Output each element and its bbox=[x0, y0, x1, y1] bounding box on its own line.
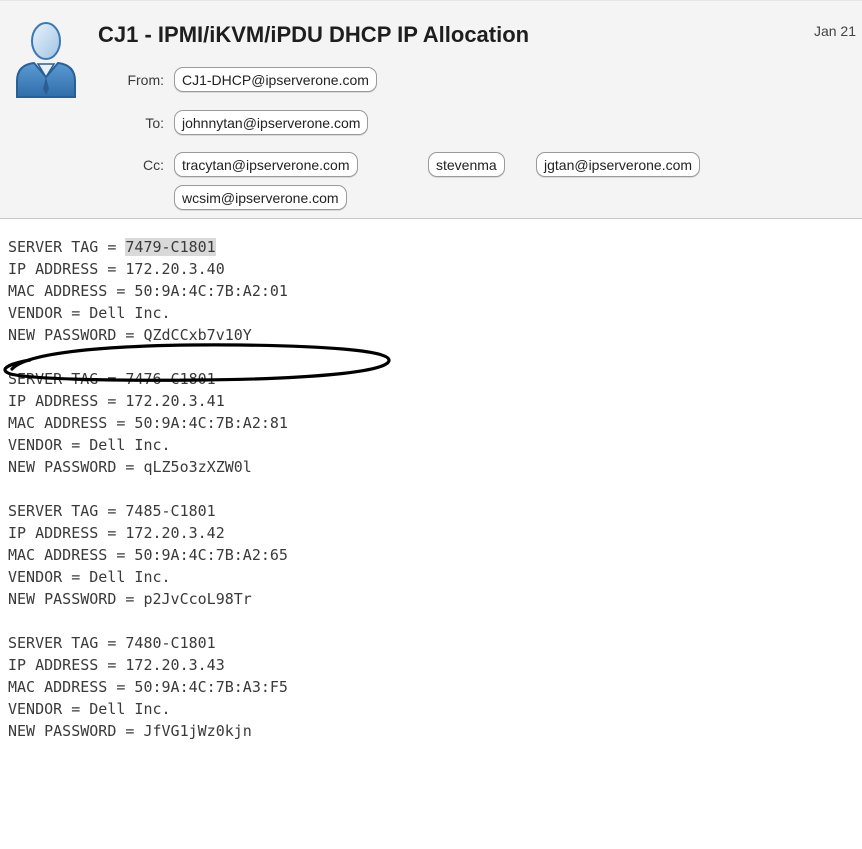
cc-address-chip[interactable]: jgtan@ipserverone.com bbox=[536, 152, 701, 177]
server-entry: SERVER TAG = 7479-C1801 IP ADDRESS = 172… bbox=[8, 236, 288, 346]
server-tag-line: SERVER TAG = 7480-C1801 bbox=[8, 634, 216, 652]
email-date: Jan 21 bbox=[813, 23, 856, 39]
new-password-line: NEW PASSWORD = QZdCCxb7v10Y bbox=[8, 326, 252, 344]
mac-address-line: MAC ADDRESS = 50:9A:4C:7B:A2:01 bbox=[8, 282, 288, 300]
vendor-line: VENDOR = Dell Inc. bbox=[8, 568, 171, 586]
cc-address-chip[interactable]: tracytan@ipserverone.com bbox=[174, 152, 358, 177]
vendor-line: VENDOR = Dell Inc. bbox=[8, 304, 171, 322]
user-avatar-icon bbox=[16, 22, 76, 98]
new-password-line: NEW PASSWORD = JfVG1jWz0kjn bbox=[8, 722, 252, 740]
email-subject: CJ1 - IPMI/iKVM/iPDU DHCP IP Allocation bbox=[98, 22, 530, 47]
server-tag-line: SERVER TAG = 7485-C1801 bbox=[8, 502, 216, 520]
to-address-chip[interactable]: johnnytan@ipserverone.com bbox=[174, 110, 369, 135]
mac-address-line: MAC ADDRESS = 50:9A:4C:7B:A2:65 bbox=[8, 546, 288, 564]
cc-address-chip[interactable]: stevenma bbox=[428, 152, 505, 177]
vendor-line: VENDOR = Dell Inc. bbox=[8, 700, 171, 718]
server-entry: SERVER TAG = 7476-C1801 IP ADDRESS = 172… bbox=[8, 368, 288, 478]
ip-address-line: IP ADDRESS = 172.20.3.43 bbox=[8, 656, 225, 674]
ip-address-line: IP ADDRESS = 172.20.3.40 bbox=[8, 260, 225, 278]
cc-address-chip[interactable]: wcsim@ipserverone.com bbox=[174, 185, 347, 210]
server-entry: SERVER TAG = 7480-C1801 IP ADDRESS = 172… bbox=[8, 632, 288, 742]
email-body: SERVER TAG = 7479-C1801 IP ADDRESS = 172… bbox=[8, 236, 288, 764]
cc-label: Cc: bbox=[143, 157, 164, 173]
to-label: To: bbox=[145, 115, 164, 131]
server-entry: SERVER TAG = 7485-C1801 IP ADDRESS = 172… bbox=[8, 500, 288, 610]
from-label: From: bbox=[127, 72, 164, 88]
vendor-line: VENDOR = Dell Inc. bbox=[8, 436, 171, 454]
new-password-line: NEW PASSWORD = p2JvCcoL98Tr bbox=[8, 590, 252, 608]
mac-address-line: MAC ADDRESS = 50:9A:4C:7B:A3:F5 bbox=[8, 678, 288, 696]
mac-address-line: MAC ADDRESS = 50:9A:4C:7B:A2:81 bbox=[8, 414, 288, 432]
server-tag-line: SERVER TAG = 7479-C1801 bbox=[8, 238, 216, 256]
new-password-line: NEW PASSWORD = qLZ5o3zXZW0l bbox=[8, 458, 252, 476]
server-tag-line: SERVER TAG = 7476-C1801 bbox=[8, 370, 216, 388]
server-tag-highlight: 7479-C1801 bbox=[125, 238, 216, 256]
from-address-chip[interactable]: CJ1-DHCP@ipserverone.com bbox=[174, 67, 377, 92]
ip-address-line: IP ADDRESS = 172.20.3.42 bbox=[8, 524, 225, 542]
ip-address-line: IP ADDRESS = 172.20.3.41 bbox=[8, 392, 225, 410]
email-header: CJ1 - IPMI/iKVM/iPDU DHCP IP Allocation … bbox=[0, 0, 862, 219]
